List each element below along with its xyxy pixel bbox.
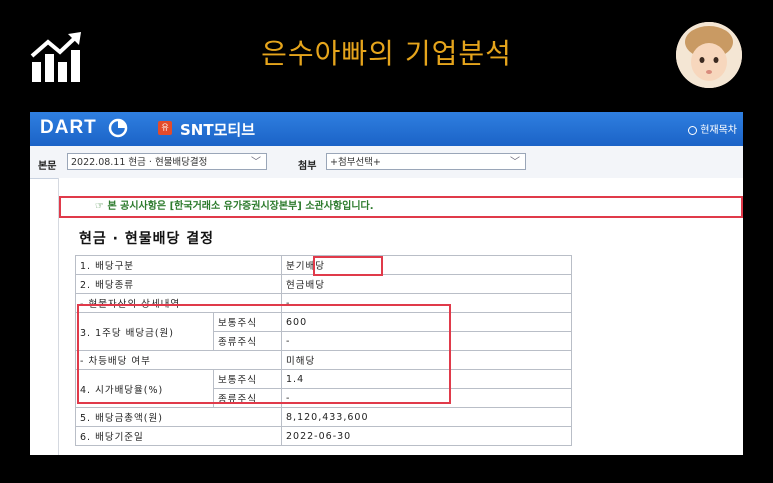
table-row: 3. 1주당 배당금(원) 보통주식 600 [75, 312, 572, 351]
row-label: - 현물자산의 상세내역 [75, 293, 282, 313]
banner-title: 은수아빠의 기업분석 [261, 37, 512, 70]
row-value: - [281, 388, 572, 408]
document-title: 현금 · 현물배당 결정 [79, 231, 214, 247]
chevron-down-icon: ﹀ [510, 157, 520, 168]
row-label: - 차등배당 여부 [75, 350, 282, 370]
row-label: 6. 배당기준일 [75, 426, 282, 446]
circle-icon [688, 125, 698, 135]
row-value: 8,120,433,600 [281, 407, 572, 427]
table-row: 2. 배당종류 현금배당 [75, 274, 572, 294]
dart-logo-swirl-icon [108, 118, 128, 138]
row-value: - [281, 331, 572, 351]
row-label: 5. 배당금총액(원) [75, 407, 282, 427]
company-name: SNT모티브 [180, 121, 255, 139]
row-value: 1.4 [281, 369, 572, 389]
table-row: - 차등배당 여부 미해당 [75, 350, 572, 370]
child-portrait-icon [676, 22, 742, 88]
row-value: - [281, 293, 572, 313]
jurisdiction-notice: ☞ 본 공시사항은 [한국거래소 유가증권시장본부] 소관사항입니다. [59, 196, 743, 218]
row-label: 3. 1주당 배당금(원) [75, 312, 214, 351]
table-row: 6. 배당기준일 2022-06-30 [75, 426, 572, 446]
current-toc-link[interactable]: 현재목차 [688, 121, 737, 136]
market-badge: 유 [158, 121, 172, 135]
attachment-label: 첨부 [298, 161, 317, 172]
row-value: 현금배당 [281, 274, 572, 294]
dart-logo[interactable]: DART [40, 117, 97, 139]
row-value: 분기배당 [281, 255, 572, 275]
disclosure-document: ☞ 본 공시사항은 [한국거래소 유가증권시장본부] 소관사항입니다. 현금 ·… [58, 178, 743, 455]
table-row: 5. 배당금총액(원) 8,120,433,600 [75, 407, 572, 427]
table-row: 1. 배당구분 분기배당 [75, 255, 572, 275]
dart-header: DART 유 SNT모티브 현재목차 [30, 112, 743, 146]
document-select-bar: 본문 2022.08.11 현금 · 현물배당결정 ﹀ 첨부 +첨부선택+ ﹀ [30, 146, 743, 179]
main-doc-label: 본문 [38, 161, 57, 172]
chevron-down-icon: ﹀ [251, 157, 261, 168]
row-value: 미해당 [281, 350, 572, 370]
row-label: 4. 시가배당율(%) [75, 369, 214, 408]
row-label: 2. 배당종류 [75, 274, 282, 294]
row-label: 1. 배당구분 [75, 255, 282, 275]
row-value: 2022-06-30 [281, 426, 572, 446]
main-doc-select[interactable]: 2022.08.11 현금 · 현물배당결정 ﹀ [67, 153, 267, 170]
row-value: 600 [281, 312, 572, 332]
row-sublabel: 종류주식 [213, 331, 282, 351]
dividend-table: 1. 배당구분 분기배당 2. 배당종류 현금배당 - 현물자산의 상세내역 -… [75, 255, 572, 446]
table-row: 4. 시가배당율(%) 보통주식 1.4 [75, 369, 572, 408]
row-sublabel: 보통주식 [213, 312, 282, 332]
table-row: - 현물자산의 상세내역 - [75, 293, 572, 313]
row-sublabel: 보통주식 [213, 369, 282, 389]
dart-screenshot: DART 유 SNT모티브 현재목차 본문 2022.08.11 현금 · 현물… [30, 112, 743, 455]
row-sublabel: 종류주식 [213, 388, 282, 408]
attachment-select[interactable]: +첨부선택+ ﹀ [326, 153, 526, 170]
